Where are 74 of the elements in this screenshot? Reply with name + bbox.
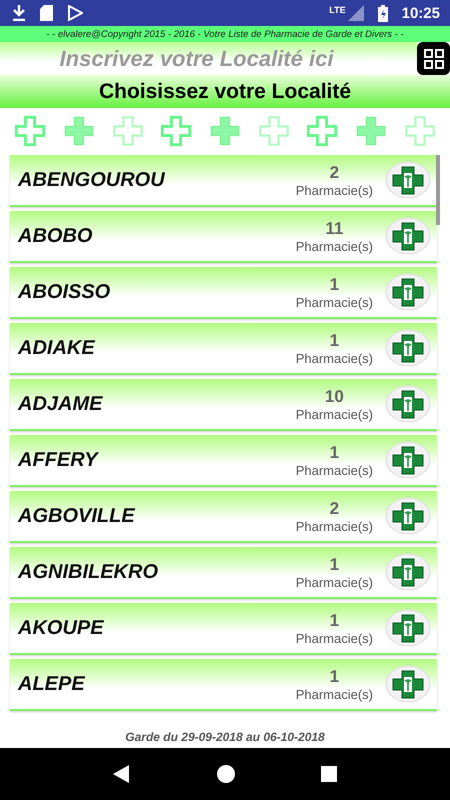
pharmacy-cross-icon [385, 553, 431, 591]
download-icon [12, 5, 26, 21]
page-title: Choisissez votre Localité [98, 80, 352, 104]
network-label: LTE [329, 5, 346, 15]
pharmacy-count: 1 [330, 610, 340, 630]
pharmacy-cross-icon [385, 497, 431, 535]
pharmacy-unit: Pharmacie(s) [296, 350, 373, 366]
date-range-text: Garde du 29-09-2018 au 06-10-2018 [125, 730, 325, 744]
cross-icon [160, 115, 192, 147]
locality-row[interactable]: ABOBO 11 Pharmacie(s) [10, 211, 437, 263]
locality-name: ABOISSO [18, 280, 112, 304]
locality-name: AGNIBILEKRO [18, 560, 159, 584]
pharmacy-unit: Pharmacie(s) [296, 574, 373, 590]
home-icon[interactable] [217, 765, 235, 783]
play-store-icon [67, 5, 83, 21]
pharmacy-cross-icon [385, 217, 431, 255]
pharmacy-count: 2 [330, 162, 340, 182]
locality-row[interactable]: ABOISSO 1 Pharmacie(s) [10, 267, 437, 319]
locality-row[interactable]: ABENGOUROU 2 Pharmacie(s) [10, 155, 437, 207]
clock: 10:25 [402, 4, 440, 22]
pharmacy-cross-icon [385, 273, 431, 311]
pharmacy-count: 1 [330, 330, 340, 350]
grid-button[interactable] [417, 42, 450, 75]
pharmacy-count: 11 [325, 218, 344, 238]
pharmacy-unit: Pharmacie(s) [296, 462, 373, 478]
cross-icon [208, 115, 241, 147]
pharmacy-unit: Pharmacie(s) [296, 630, 373, 646]
pharmacy-count: 1 [330, 442, 340, 462]
cross-icon [354, 115, 387, 147]
pharmacy-count: 1 [330, 274, 340, 294]
locality-name: ADJAME [18, 392, 104, 416]
cross-icon [14, 115, 46, 147]
pharmacy-unit: Pharmacie(s) [296, 294, 373, 310]
signal-icon [348, 5, 364, 21]
locality-row[interactable]: AFFERY 1 Pharmacie(s) [10, 435, 437, 487]
locality-row[interactable]: AKOUPE 1 Pharmacie(s) [10, 603, 437, 655]
pharmacy-unit: Pharmacie(s) [296, 686, 373, 702]
copyright-text: - - elvalere@Copyright 2015 - 2016 - Votre Liste de Pharmacie de Garde et Divers - - [46, 28, 404, 40]
cross-icon [258, 115, 290, 147]
pharmacy-cross-icon [385, 609, 431, 647]
pharmacy-count: 2 [330, 498, 340, 518]
locality-row[interactable]: AGNIBILEKRO 1 Pharmacie(s) [10, 547, 437, 599]
locality-name: AGBOVILLE [18, 504, 136, 528]
locality-row[interactable]: ALEPE 1 Pharmacie(s) [10, 659, 437, 711]
pharmacy-cross-icon [385, 665, 431, 703]
locality-name: ADIAKE [18, 336, 96, 360]
locality-name: AFFERY [18, 448, 100, 472]
cross-icon [112, 115, 144, 147]
pharmacy-unit: Pharmacie(s) [296, 406, 373, 422]
pharmacy-count: 1 [330, 666, 340, 686]
locality-row[interactable]: ADJAME 10 Pharmacie(s) [10, 379, 437, 431]
cross-icon [62, 115, 95, 147]
pharmacy-count: 10 [324, 386, 344, 406]
sd-card-icon [40, 5, 53, 21]
locality-name: AKOUPE [18, 616, 105, 640]
cross-icon [404, 115, 436, 147]
pharmacy-cross-icon [385, 329, 431, 367]
pharmacy-count: 1 [330, 554, 340, 574]
pharmacy-cross-icon [385, 441, 431, 479]
locality-name: ALEPE [18, 672, 86, 696]
locality-row[interactable]: AGBOVILLE 2 Pharmacie(s) [10, 491, 437, 543]
locality-row[interactable]: ADIAKE 1 Pharmacie(s) [10, 323, 437, 375]
battery-icon [378, 4, 388, 22]
scrollbar [436, 155, 440, 225]
pharmacy-unit: Pharmacie(s) [296, 182, 373, 198]
pharmacy-cross-icon [385, 161, 431, 199]
grid-icon [424, 48, 444, 68]
back-icon[interactable] [113, 765, 131, 783]
cross-icon [306, 115, 338, 147]
pharmacy-unit: Pharmacie(s) [296, 518, 373, 534]
locality-name: ABOBO [18, 224, 94, 248]
pharmacy-unit: Pharmacie(s) [296, 238, 373, 254]
pharmacy-cross-icon [385, 385, 431, 423]
locality-name: ABENGOUROU [18, 168, 166, 192]
